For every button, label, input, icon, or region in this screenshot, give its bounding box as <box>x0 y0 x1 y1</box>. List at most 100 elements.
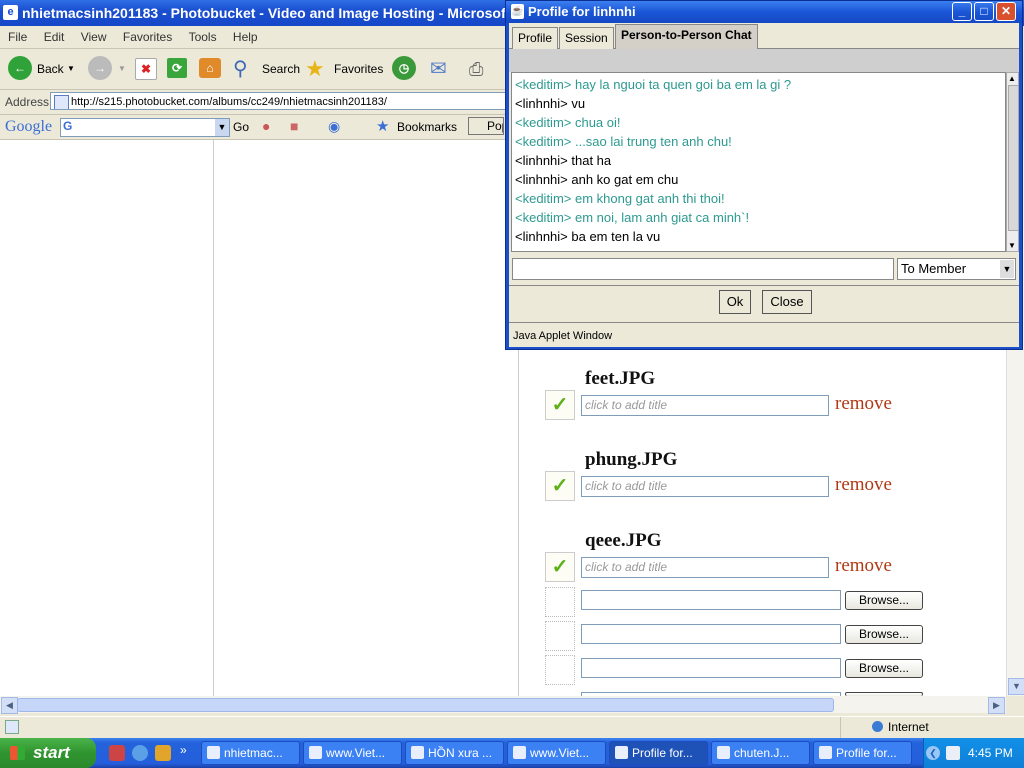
google-search-input[interactable]: G ▼ <box>60 118 230 137</box>
horizontal-scrollbar[interactable]: ◀ ▶ <box>0 696 1006 714</box>
bookmarks-button[interactable]: Bookmarks <box>397 120 457 134</box>
tab-profile[interactable]: Profile <box>512 27 559 49</box>
pagerank-icon[interactable]: ● <box>262 118 270 134</box>
tray-app-icon[interactable] <box>946 746 960 760</box>
photo-filename: qeee.JPG <box>585 530 662 551</box>
search-button[interactable]: Search <box>262 55 300 83</box>
task-button[interactable]: HỒN xưa ... <box>405 741 504 765</box>
close-button[interactable]: Close <box>762 290 812 314</box>
scroll-up-icon[interactable]: ▲ <box>1008 74 1016 83</box>
photo-title-input[interactable]: click to add title <box>581 557 829 578</box>
chat-log[interactable]: <keditim> hay la nguoi ta quen goi ba em… <box>511 72 1006 252</box>
forward-arrow-icon[interactable]: → <box>88 56 112 80</box>
photo-filename: feet.JPG <box>585 368 656 389</box>
remove-link[interactable]: remove <box>835 555 892 577</box>
task-button[interactable]: chuten.J... <box>711 741 810 765</box>
sidebar-divider <box>213 140 214 696</box>
upload-checkbox[interactable] <box>545 621 575 651</box>
task-button[interactable]: nhietmac... <box>201 741 300 765</box>
browse-button[interactable]: Browse... <box>845 591 923 610</box>
tray-expand-icon[interactable]: ❮ <box>926 746 940 760</box>
photo-title-input[interactable]: click to add title <box>581 476 829 497</box>
chat-scroll-thumb[interactable] <box>1008 85 1019 231</box>
file-path-input[interactable] <box>581 624 841 644</box>
forward-dropdown-icon[interactable]: ▼ <box>118 55 126 83</box>
java-icon <box>615 746 628 759</box>
task-button[interactable]: Profile for... <box>813 741 912 765</box>
photo-checkbox[interactable]: ✓ <box>545 471 575 501</box>
globe-icon <box>872 721 883 732</box>
google-go-button[interactable]: Go <box>233 120 249 134</box>
browse-button[interactable]: Browse... <box>845 625 923 644</box>
blocker-icon[interactable]: ■ <box>290 118 298 134</box>
back-arrow-icon[interactable]: ← <box>8 56 32 80</box>
tab-person-to-person-chat[interactable]: Person-to-Person Chat <box>615 24 758 49</box>
quicklaunch-app-icon[interactable] <box>109 745 125 761</box>
taskbar: start » nhietmac... www.Viet... HỒN xưa … <box>0 738 1024 768</box>
blogger-icon[interactable]: ◉ <box>328 118 340 135</box>
chat-line: <keditim> chua oi! <box>515 115 621 130</box>
clock: 4:45 PM <box>968 746 1013 760</box>
search-icon[interactable]: ⚲ <box>233 55 248 83</box>
ok-button[interactable]: Ok <box>719 290 751 314</box>
menu-file[interactable]: File <box>8 30 27 44</box>
menu-view[interactable]: View <box>81 30 107 44</box>
java-icon: ☕ <box>511 4 524 19</box>
chat-scrollbar[interactable]: ▲ ▼ <box>1006 72 1019 252</box>
google-logo[interactable]: Google <box>5 118 52 136</box>
favorites-button[interactable]: Favorites <box>334 55 383 83</box>
quicklaunch-ie-icon[interactable] <box>132 745 148 761</box>
history-icon[interactable]: ◷ <box>392 56 416 80</box>
address-bar: Address http://s215.photobucket.com/albu… <box>0 90 510 115</box>
menu-favorites[interactable]: Favorites <box>123 30 172 44</box>
back-dropdown-icon[interactable]: ▼ <box>67 55 75 83</box>
mail-icon[interactable]: ✉ <box>430 55 447 83</box>
task-button[interactable]: www.Viet... <box>303 741 402 765</box>
message-input[interactable] <box>512 258 894 280</box>
refresh-icon[interactable]: ⟳ <box>167 58 187 78</box>
applet-title-bar[interactable]: ☕ Profile for linhnhi _ □ ✕ <box>506 1 1022 23</box>
remove-link[interactable]: remove <box>835 474 892 496</box>
home-icon[interactable]: ⌂ <box>199 58 221 78</box>
scroll-left-icon[interactable]: ◀ <box>1 697 18 714</box>
recipient-select[interactable]: To Member ▼ <box>897 258 1016 280</box>
start-button[interactable]: start <box>0 738 96 768</box>
task-button[interactable]: www.Viet... <box>507 741 606 765</box>
print-icon[interactable]: ⎙ <box>469 55 483 83</box>
stop-icon[interactable]: ✖ <box>135 58 157 80</box>
favorites-star-icon[interactable]: ★ <box>305 55 325 83</box>
chevron-down-icon[interactable]: ▼ <box>1000 260 1014 278</box>
scroll-down-icon[interactable]: ▼ <box>1008 241 1016 250</box>
popup-blocker-button[interactable]: Pop <box>468 117 504 135</box>
browse-button[interactable]: Browse... <box>845 659 923 678</box>
menu-tools[interactable]: Tools <box>189 30 217 44</box>
photo-checkbox[interactable]: ✓ <box>545 552 575 582</box>
address-input[interactable]: http://s215.photobucket.com/albums/cc249… <box>50 92 510 110</box>
photo-title-input[interactable]: click to add title <box>581 395 829 416</box>
menu-help[interactable]: Help <box>233 30 258 44</box>
task-button-active[interactable]: Profile for... <box>609 741 708 765</box>
menu-edit[interactable]: Edit <box>44 30 65 44</box>
checkmark-icon: ✓ <box>551 556 569 578</box>
upload-checkbox[interactable] <box>545 587 575 617</box>
tab-session[interactable]: Session <box>559 27 614 49</box>
quicklaunch-app-icon[interactable] <box>155 745 171 761</box>
scroll-down-icon[interactable]: ▼ <box>1008 678 1024 695</box>
remove-link[interactable]: remove <box>835 393 892 415</box>
browser-title: nhietmacsinh201183 - Photobucket - Video… <box>22 5 540 21</box>
scroll-thumb[interactable] <box>17 698 834 712</box>
applet-footer-label: Java Applet Window <box>513 330 613 342</box>
upload-checkbox[interactable] <box>545 655 575 685</box>
page-icon <box>54 95 69 109</box>
file-path-input[interactable] <box>581 658 841 678</box>
chevron-down-icon[interactable]: ▼ <box>215 119 229 136</box>
status-divider <box>840 717 841 739</box>
photo-checkbox[interactable]: ✓ <box>545 390 575 420</box>
close-icon[interactable]: ✕ <box>996 2 1016 21</box>
quicklaunch-expand-icon[interactable]: » <box>180 743 187 757</box>
back-button[interactable]: Back <box>37 55 64 83</box>
file-path-input[interactable] <box>581 590 841 610</box>
scroll-right-icon[interactable]: ▶ <box>988 697 1005 714</box>
minimize-icon[interactable]: _ <box>952 2 972 21</box>
maximize-icon[interactable]: □ <box>974 2 994 21</box>
